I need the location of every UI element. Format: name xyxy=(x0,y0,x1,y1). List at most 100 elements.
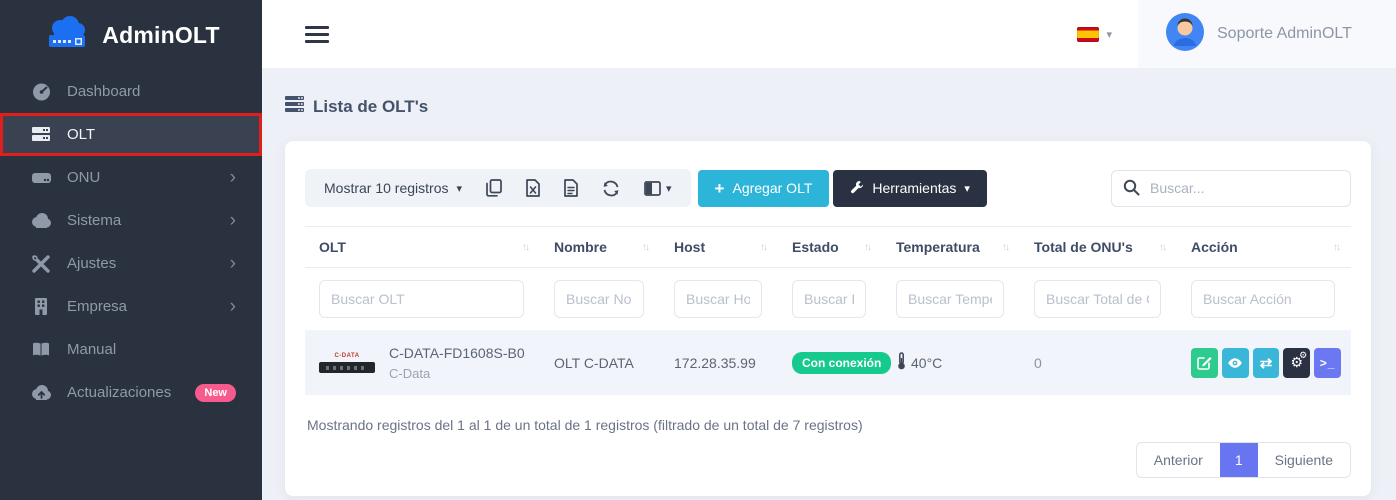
filter-temperatura-input[interactable] xyxy=(896,280,1004,318)
olt-thumbnail: C-DATA xyxy=(319,353,375,373)
user-name: Soporte AdminOLT xyxy=(1217,25,1352,43)
cell-temperatura: 40°C xyxy=(882,330,1020,395)
exchange-button[interactable]: ⇄ xyxy=(1253,348,1280,378)
pagination: Anterior 1 Siguiente xyxy=(1136,442,1351,478)
wrench-icon xyxy=(850,180,864,197)
book-icon xyxy=(31,342,51,357)
sidebar-nav: Dashboard OLT ONU › Sistema › xyxy=(0,70,262,414)
sidebar-item-empresa[interactable]: Empresa › xyxy=(0,285,262,328)
status-badge: Con conexión xyxy=(792,352,891,374)
cloud-icon xyxy=(31,213,51,228)
column-header-estado[interactable]: Estado↑↓ xyxy=(778,227,882,267)
caret-down-icon: ▾ xyxy=(456,182,462,195)
sidebar: AdminOLT Dashboard OLT ONU › Sist xyxy=(0,0,262,500)
app-logo[interactable]: AdminOLT xyxy=(0,0,262,70)
column-header-total-onus[interactable]: Total de ONU's↑↓ xyxy=(1020,227,1177,267)
thermometer-icon xyxy=(896,352,907,373)
filter-estado-input[interactable] xyxy=(792,280,866,318)
file-icon[interactable] xyxy=(564,179,578,197)
filter-accion-input[interactable] xyxy=(1191,280,1335,318)
column-visibility-dropdown[interactable]: ▾ xyxy=(644,181,672,196)
pagination-previous-button[interactable]: Anterior xyxy=(1137,443,1220,477)
page-title-text: Lista de OLT's xyxy=(313,97,428,117)
excel-icon[interactable] xyxy=(526,179,540,197)
caret-down-icon: ▾ xyxy=(666,182,672,195)
language-selector[interactable]: ▾ xyxy=(1051,27,1138,42)
sidebar-item-onu[interactable]: ONU › xyxy=(0,156,262,199)
tools-dropdown-button[interactable]: Herramientas ▾ xyxy=(833,170,987,207)
filter-nombre-input[interactable] xyxy=(554,280,644,318)
column-header-nombre[interactable]: Nombre↑↓ xyxy=(540,227,660,267)
cell-estado: Con conexión xyxy=(778,330,882,395)
speedometer-icon xyxy=(31,82,51,101)
tools-icon xyxy=(31,255,51,273)
search-input[interactable] xyxy=(1111,170,1351,207)
table-info: Mostrando registros del 1 al 1 de un tot… xyxy=(305,417,1351,433)
pagination-page-1-button[interactable]: 1 xyxy=(1220,443,1258,477)
add-olt-label: Agregar OLT xyxy=(732,180,812,196)
server-list-icon xyxy=(285,96,304,117)
topbar: ▾ Soporte AdminOLT xyxy=(262,0,1396,69)
new-badge: New xyxy=(195,384,236,402)
columns-icon xyxy=(644,181,661,196)
refresh-icon[interactable] xyxy=(602,180,620,197)
filter-olt-input[interactable] xyxy=(319,280,524,318)
chevron-right-icon: › xyxy=(230,254,236,273)
cell-host: 172.28.35.99 xyxy=(660,330,778,395)
sidebar-item-manual[interactable]: Manual xyxy=(0,328,262,371)
sidebar-item-sistema[interactable]: Sistema › xyxy=(0,199,262,242)
sort-icon: ↑↓ xyxy=(522,242,530,253)
sidebar-item-label: Empresa xyxy=(67,298,214,315)
cloud-upload-icon xyxy=(31,385,51,400)
cloud-olt-logo-icon xyxy=(42,15,92,56)
tools-label: Herramientas xyxy=(872,180,956,196)
menu-toggle-button[interactable] xyxy=(305,22,329,47)
sidebar-item-label: Ajustes xyxy=(67,255,214,272)
table-header-row: OLT↑↓ Nombre↑↓ Host↑↓ Estado↑↓ Temperatu… xyxy=(305,226,1351,268)
filter-total-onus-input[interactable] xyxy=(1034,280,1161,318)
column-header-accion[interactable]: Acción↑↓ xyxy=(1177,227,1351,267)
page-title: Lista de OLT's xyxy=(262,69,1396,117)
terminal-button[interactable]: >_ xyxy=(1314,348,1341,378)
show-entries-dropdown[interactable]: Mostrar 10 registros ▾ xyxy=(324,180,462,196)
sidebar-item-actualizaciones[interactable]: Actualizaciones New xyxy=(0,371,262,414)
table-search xyxy=(1111,170,1351,207)
avatar xyxy=(1166,13,1204,56)
copy-icon[interactable] xyxy=(486,179,502,197)
sidebar-item-olt[interactable]: OLT xyxy=(0,113,262,156)
column-header-olt[interactable]: OLT↑↓ xyxy=(305,227,540,267)
add-olt-button[interactable]: + Agregar OLT xyxy=(698,170,830,207)
column-header-temperatura[interactable]: Temperatura↑↓ xyxy=(882,227,1020,267)
export-group: Mostrar 10 registros ▾ xyxy=(305,169,691,207)
app-title: AdminOLT xyxy=(102,22,219,49)
chevron-right-icon: › xyxy=(230,211,236,230)
sort-icon: ↑↓ xyxy=(1333,242,1341,253)
sidebar-item-dashboard[interactable]: Dashboard xyxy=(0,70,262,113)
sort-icon: ↑↓ xyxy=(1159,242,1167,253)
view-button[interactable] xyxy=(1222,348,1249,378)
sidebar-item-label: Sistema xyxy=(67,212,214,229)
cell-total-onus: 0 xyxy=(1020,330,1177,395)
table-toolbar: Mostrar 10 registros ▾ xyxy=(305,169,1351,207)
show-entries-label: Mostrar 10 registros xyxy=(324,180,448,196)
column-header-host[interactable]: Host↑↓ xyxy=(660,227,778,267)
table-row: C-DATA C-DATA-FD1608S-B0 C-Data OLT C-DA… xyxy=(305,330,1351,395)
cell-accion: ⇄ ⚙ ⚙ >_ xyxy=(1177,330,1351,395)
cell-olt: C-DATA C-DATA-FD1608S-B0 C-Data xyxy=(305,330,540,395)
settings-button[interactable]: ⚙ ⚙ xyxy=(1283,348,1310,378)
caret-down-icon: ▾ xyxy=(1106,28,1112,41)
sidebar-item-label: Dashboard xyxy=(67,83,236,100)
cell-nombre: OLT C-DATA xyxy=(540,330,660,395)
edit-button[interactable] xyxy=(1191,348,1218,378)
sidebar-item-ajustes[interactable]: Ajustes › xyxy=(0,242,262,285)
olt-list-card: Mostrar 10 registros ▾ xyxy=(285,141,1371,496)
caret-down-icon: ▾ xyxy=(964,182,970,195)
chevron-right-icon: › xyxy=(230,168,236,187)
pagination-next-button[interactable]: Siguiente xyxy=(1258,443,1350,477)
user-menu[interactable]: Soporte AdminOLT xyxy=(1138,0,1396,68)
filter-host-input[interactable] xyxy=(674,280,762,318)
sort-icon: ↑↓ xyxy=(1002,242,1010,253)
sidebar-item-label: OLT xyxy=(67,126,236,143)
sort-icon: ↑↓ xyxy=(760,242,768,253)
sidebar-item-label: Manual xyxy=(67,341,236,358)
